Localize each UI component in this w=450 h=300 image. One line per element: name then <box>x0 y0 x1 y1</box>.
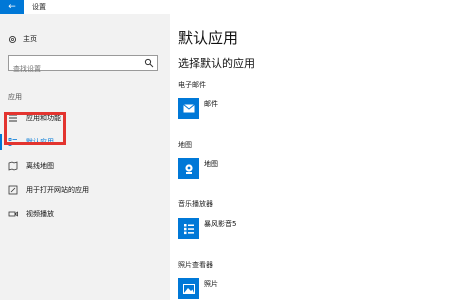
sidebar-item-label: 用于打开网站的应用 <box>26 186 89 194</box>
sidebar-item-offline-maps[interactable]: 离线地图 <box>0 156 170 176</box>
sidebar-item-video-playback[interactable]: 视频播放 <box>0 204 170 224</box>
photos-icon <box>178 278 199 299</box>
open-in-app-icon <box>8 185 18 195</box>
app-name: 地图 <box>204 160 218 168</box>
app-name: 照片 <box>204 280 218 288</box>
home-label: 主页 <box>23 35 37 43</box>
category-label-photos: 照片查看器 <box>178 261 213 269</box>
media-player-icon <box>178 218 199 239</box>
selection-indicator <box>0 134 2 150</box>
list-icon <box>9 114 17 122</box>
sidebar: 主页 应用 应用和功能 默认应用 离线地图 <box>0 14 170 300</box>
window-title: 设置 <box>32 3 46 11</box>
default-apps-icon <box>8 138 17 146</box>
category-label-email: 电子邮件 <box>178 81 206 89</box>
sidebar-item-label: 视频播放 <box>26 210 54 218</box>
default-app-photos[interactable]: 照片 <box>178 278 218 299</box>
page-subtitle: 选择默认的应用 <box>178 57 255 70</box>
default-app-music[interactable]: 暴风影音5 <box>178 218 236 239</box>
sidebar-item-label: 应用和功能 <box>26 114 61 122</box>
app-name: 暴风影音5 <box>204 220 237 228</box>
default-app-email[interactable]: 邮件 <box>178 98 218 119</box>
sidebar-item-apps-for-websites[interactable]: 用于打开网站的应用 <box>0 180 170 200</box>
category-label-music: 音乐播放器 <box>178 200 213 208</box>
main-content: 默认应用 选择默认的应用 电子邮件 邮件 地图 地图 音乐播放器 暴风影音5 照… <box>170 14 450 300</box>
sidebar-item-apps-features[interactable]: 应用和功能 <box>0 108 170 128</box>
video-icon <box>8 211 18 217</box>
sidebar-item-default-apps[interactable]: 默认应用 <box>0 132 170 152</box>
page-title: 默认应用 <box>178 29 239 47</box>
app-name: 邮件 <box>204 100 218 108</box>
back-button[interactable]: ← <box>0 0 24 14</box>
section-label: 应用 <box>8 93 22 101</box>
maps-icon <box>178 158 199 179</box>
home-link[interactable]: 主页 <box>8 34 37 44</box>
gear-icon <box>8 35 17 43</box>
search-icon[interactable] <box>144 58 154 68</box>
mail-icon <box>178 98 199 119</box>
title-bar: ← 设置 <box>0 0 450 14</box>
back-arrow-icon: ← <box>8 2 16 12</box>
map-icon <box>8 161 18 171</box>
sidebar-item-label: 默认应用 <box>26 138 54 146</box>
sidebar-item-label: 离线地图 <box>26 162 54 170</box>
category-label-maps: 地图 <box>178 141 192 149</box>
search-box[interactable] <box>8 55 158 76</box>
default-app-maps[interactable]: 地图 <box>178 158 218 179</box>
search-input[interactable] <box>9 62 137 76</box>
